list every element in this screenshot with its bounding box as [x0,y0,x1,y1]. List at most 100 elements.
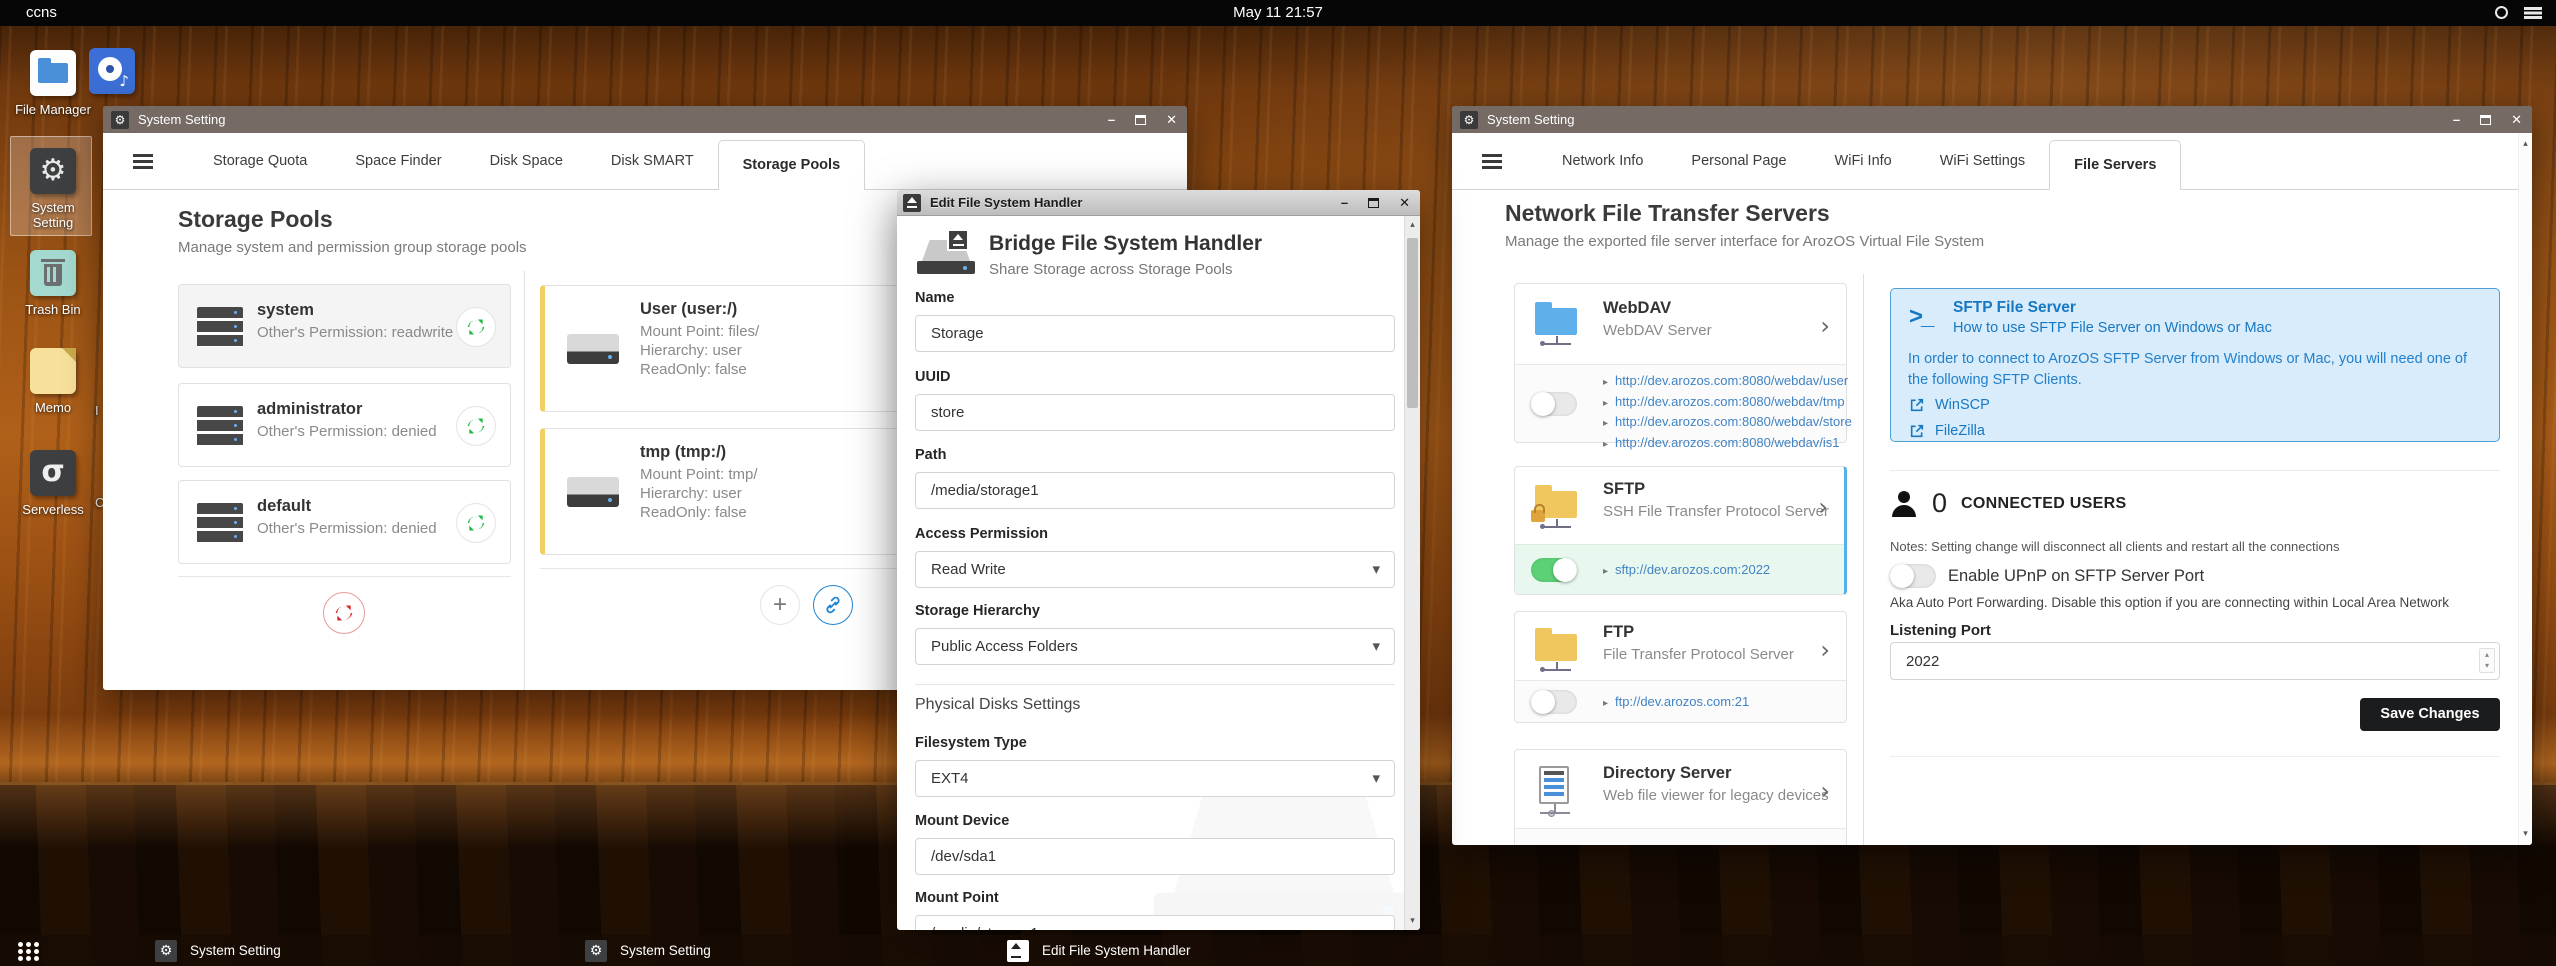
desktop-icon-trash-bin[interactable]: Trash Bin [8,250,98,317]
desktop-icon-serverless[interactable]: σ Serverless [8,450,98,517]
upnp-toggle[interactable] [1890,564,1936,588]
client-link-winscp[interactable]: WinSCP [1909,397,1990,413]
scrollbar-thumb[interactable] [1407,238,1418,408]
file-manager-icon [30,50,76,96]
refresh-pool-button[interactable] [456,307,496,347]
reload-all-pools-button[interactable] [323,592,365,634]
mount-device-input[interactable] [915,838,1395,875]
bridge-handler-icon [917,229,975,274]
refresh-pool-button[interactable] [456,503,496,543]
ftp-url[interactable]: ftp://dev.arozos.com:21 [1603,693,1749,714]
refresh-pool-button[interactable] [456,406,496,446]
column-divider [1863,274,1864,845]
scroll-down-icon[interactable]: ▾ [1405,916,1420,926]
name-input[interactable] [915,315,1395,352]
close-button[interactable] [1166,106,1177,134]
tab-personal-page[interactable]: Personal Page [1667,133,1810,190]
scroll-up-icon[interactable]: ▴ [2519,139,2532,149]
window-title: System Setting [1487,112,1575,127]
handler-mount-point: Mount Point: tmp/ [640,466,758,483]
storage-hierarchy-select[interactable]: Public Access Folders [915,628,1395,665]
tab-storage-pools[interactable]: Storage Pools [717,140,866,190]
tab-network-info[interactable]: Network Info [1538,133,1667,190]
handler-name: User (user:/) [640,300,738,318]
webdav-toggle[interactable] [1531,392,1577,416]
chevron-right-icon[interactable]: › [1818,493,1828,521]
minimize-button[interactable] [2453,106,2460,133]
server-card-ftp[interactable]: FTP File Transfer Protocol Server › ftp:… [1514,611,1847,723]
task-item-edit-fs-handler[interactable]: Edit File System Handler [1007,935,1191,966]
close-button[interactable] [1399,190,1410,217]
number-stepper[interactable]: ▴ ▾ [2479,648,2495,673]
taskbar: ⚙ System Setting ⚙ System Setting Edit F… [0,935,2556,966]
desktop-icon-label: Serverless [22,502,84,517]
add-handler-button[interactable]: + [760,585,800,625]
server-card-directory[interactable]: Directory Server Web file viewer for leg… [1514,749,1847,845]
desktop-icon-system-setting[interactable]: ⚙ System Setting [8,148,98,230]
desktop-icon-music[interactable]: ♪ [82,48,142,94]
pool-name: administrator [257,400,363,418]
window-scrollbar[interactable]: ▴ ▾ [2518,133,2532,845]
menu-icon[interactable] [1482,159,1502,163]
link-handler-button[interactable] [813,585,853,625]
uuid-input[interactable] [915,394,1395,431]
chevron-right-icon[interactable]: › [1820,777,1830,805]
storage-pool-card-administrator[interactable]: administrator Other's Permission: denied [178,383,511,467]
desktop-icon-label: System Setting [31,200,75,230]
sftp-toggle[interactable] [1531,558,1577,582]
access-permission-select[interactable]: Read Write [915,551,1395,588]
path-input[interactable] [915,472,1395,509]
trash-icon [30,250,76,296]
tab-file-servers[interactable]: File Servers [2049,140,2182,190]
window-titlebar[interactable]: ⚙ System Setting [103,106,1187,133]
close-button[interactable] [2511,106,2522,134]
scroll-up-icon[interactable]: ▴ [1405,220,1420,230]
task-item-system-setting-2[interactable]: ⚙ System Setting [585,935,711,966]
task-label: System Setting [620,943,711,958]
gear-icon: ⚙ [111,110,129,129]
storage-pool-card-default[interactable]: default Other's Permission: denied [178,480,511,564]
server-card-webdav[interactable]: WebDAV WebDAV Server › http://dev.arozos… [1514,283,1852,450]
app-grid-icon[interactable] [18,942,23,947]
minimize-button[interactable] [1108,106,1115,133]
server-desc: File Transfer Protocol Server [1603,646,1794,663]
tab-disk-smart[interactable]: Disk SMART [587,133,718,190]
scroll-down-icon[interactable]: ▾ [2519,829,2532,839]
client-link-filezilla[interactable]: FileZilla [1909,423,1985,439]
page-subtitle: Manage the exported file server interfac… [1505,233,1985,250]
dialog-scrollbar[interactable]: ▴ ▾ [1404,216,1420,930]
maximize-button[interactable] [1368,198,1380,208]
tab-wifi-info[interactable]: WiFi Info [1811,133,1916,190]
sftp-url[interactable]: sftp://dev.arozos.com:2022 [1603,561,1770,582]
tab-storage-quota[interactable]: Storage Quota [189,133,331,190]
minimize-button[interactable] [1341,190,1348,216]
webdav-url[interactable]: http://dev.arozos.com:8080/webdav/is1 [1603,434,1852,455]
dialog-titlebar[interactable]: Edit File System Handler [897,190,1420,216]
tab-space-finder[interactable]: Space Finder [331,133,465,190]
storage-pool-card-system[interactable]: system Other's Permission: readwrite [178,284,511,368]
screen: File Manager ♪ ⚙ System Setting Trash Bi… [0,0,2556,966]
window-titlebar[interactable]: ⚙ System Setting [1452,106,2532,133]
desktop-icon-memo[interactable]: Memo [8,348,98,415]
power-icon[interactable] [2495,6,2508,19]
webdav-url[interactable]: http://dev.arozos.com:8080/webdav/tmp [1603,393,1852,414]
menu-icon[interactable] [133,159,153,163]
server-card-sftp[interactable]: SFTP SSH File Transfer Protocol Server ›… [1514,466,1847,595]
webdav-url[interactable]: http://dev.arozos.com:8080/webdav/user [1603,372,1852,393]
plus-icon: + [772,591,787,618]
listening-port-input[interactable] [1890,642,2500,680]
chevron-right-icon[interactable]: › [1820,636,1830,664]
save-changes-button[interactable]: Save Changes [2360,698,2500,731]
ftp-toggle[interactable] [1531,690,1577,714]
tab-disk-space[interactable]: Disk Space [466,133,587,190]
task-item-system-setting-1[interactable]: ⚙ System Setting [155,935,281,966]
menu-icon[interactable] [2524,7,2542,10]
field-label-uuid: UUID [915,369,951,385]
webdav-url[interactable]: http://dev.arozos.com:8080/webdav/store [1603,413,1852,434]
mount-point-input[interactable] [915,915,1395,930]
maximize-button[interactable] [2480,114,2492,125]
filesystem-type-select[interactable]: EXT4 [915,760,1395,797]
maximize-button[interactable] [1135,114,1147,125]
chevron-right-icon[interactable]: › [1820,312,1830,340]
tab-wifi-settings[interactable]: WiFi Settings [1916,133,2049,190]
